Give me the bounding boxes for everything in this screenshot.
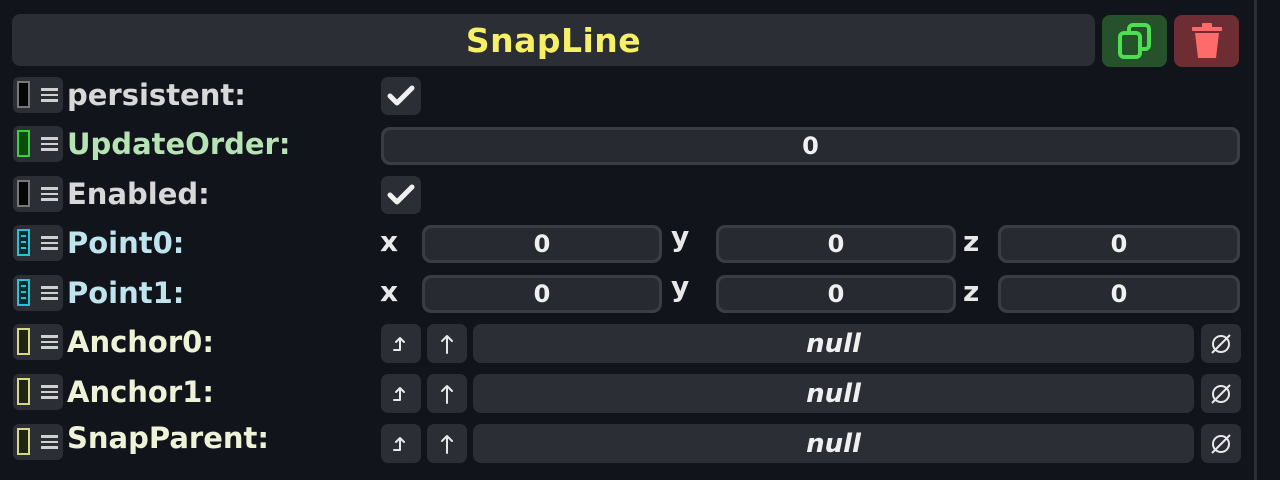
menu-icon	[41, 385, 58, 399]
type-swatch	[17, 130, 30, 157]
checkmark-icon	[387, 184, 415, 205]
snap-parent-clear-button[interactable]	[1201, 424, 1241, 463]
arrow-up-icon	[441, 434, 453, 454]
property-row-enabled: Enabled:	[0, 176, 1250, 216]
property-row-anchor0: Anchor0: null	[0, 324, 1250, 364]
point0-x-input[interactable]: 0	[422, 225, 662, 263]
arrow-up-icon	[441, 334, 453, 354]
point1-y-input[interactable]: 0	[716, 275, 956, 313]
component-title: SnapLine	[465, 20, 642, 60]
property-label: Anchor1:	[67, 375, 214, 409]
enabled-checkbox[interactable]	[381, 176, 421, 214]
pick-icon	[393, 436, 405, 451]
checkmark-icon	[387, 85, 415, 106]
x-axis-label: x	[380, 225, 399, 258]
anchor1-select-parent-button[interactable]	[427, 374, 467, 413]
component-header: SnapLine	[12, 14, 1095, 66]
trash-icon	[1191, 23, 1222, 58]
type-swatch	[17, 428, 30, 455]
property-label: SnapParent:	[67, 421, 269, 455]
snap-parent-select-parent-button[interactable]	[427, 424, 467, 463]
anchor0-reference-field[interactable]: null	[473, 324, 1194, 363]
snap-parent-reference-field[interactable]: null	[473, 424, 1194, 463]
point1-x-value: 0	[425, 278, 659, 310]
point0-y-value: 0	[719, 228, 953, 260]
point1-x-input[interactable]: 0	[422, 275, 662, 313]
point0-z-input[interactable]: 0	[998, 225, 1240, 263]
property-label: Enabled:	[67, 177, 210, 211]
property-row-snap-parent: SnapParent: null	[0, 421, 1250, 464]
anchor1-clear-button[interactable]	[1201, 374, 1241, 413]
menu-icon	[41, 335, 58, 349]
drag-handle[interactable]	[13, 176, 63, 212]
z-axis-label: z	[963, 225, 980, 258]
property-row-persistent: persistent:	[0, 77, 1250, 117]
type-swatch	[17, 180, 30, 207]
scrollbar[interactable]	[1254, 0, 1257, 480]
type-swatch	[17, 328, 30, 355]
menu-icon	[41, 88, 58, 102]
property-label: persistent:	[67, 78, 246, 112]
empty-set-icon	[1211, 433, 1231, 454]
menu-icon	[41, 286, 58, 300]
anchor1-reference-field[interactable]: null	[473, 374, 1194, 413]
y-axis-label: y	[671, 270, 690, 303]
property-label: Point0:	[67, 226, 185, 260]
type-swatch	[17, 229, 30, 256]
anchor0-clear-button[interactable]	[1201, 324, 1241, 363]
menu-icon	[41, 435, 58, 449]
empty-set-icon	[1211, 333, 1231, 354]
property-row-point0: Point0: x 0 y 0 z 0	[0, 220, 1250, 265]
x-axis-label: x	[380, 275, 399, 308]
drag-handle[interactable]	[13, 324, 63, 360]
y-axis-label: y	[671, 220, 690, 253]
type-swatch	[17, 378, 30, 405]
point1-y-value: 0	[719, 278, 953, 310]
property-label: Point1:	[67, 276, 185, 310]
anchor0-pick-button[interactable]	[381, 324, 421, 363]
point1-z-value: 0	[1001, 278, 1237, 310]
drag-handle[interactable]	[13, 77, 63, 113]
snap-parent-pick-button[interactable]	[381, 424, 421, 463]
arrow-up-icon	[441, 384, 453, 404]
pick-icon	[393, 336, 405, 351]
update-order-input[interactable]: 0	[381, 127, 1240, 165]
update-order-value: 0	[384, 130, 1237, 162]
delete-button[interactable]	[1174, 15, 1239, 67]
point0-x-value: 0	[425, 228, 659, 260]
anchor0-select-parent-button[interactable]	[427, 324, 467, 363]
drag-handle[interactable]	[13, 126, 63, 162]
duplicate-icon	[1117, 23, 1151, 59]
menu-icon	[41, 236, 58, 250]
point0-y-input[interactable]: 0	[716, 225, 956, 263]
drag-handle[interactable]	[13, 275, 63, 311]
drag-handle[interactable]	[13, 424, 63, 460]
pick-icon	[393, 386, 405, 401]
anchor1-pick-button[interactable]	[381, 374, 421, 413]
drag-handle[interactable]	[13, 374, 63, 410]
persistent-checkbox[interactable]	[381, 77, 421, 115]
point1-z-input[interactable]: 0	[998, 275, 1240, 313]
point0-z-value: 0	[1001, 228, 1237, 260]
menu-icon	[41, 137, 58, 151]
property-label: Anchor0:	[67, 325, 214, 359]
property-row-point1: Point1: x 0 y 0 z 0	[0, 270, 1250, 315]
menu-icon	[41, 187, 58, 201]
property-label: UpdateOrder:	[67, 127, 291, 161]
type-swatch	[17, 81, 30, 108]
property-row-anchor1: Anchor1: null	[0, 374, 1250, 414]
z-axis-label: z	[963, 275, 980, 308]
drag-handle[interactable]	[13, 225, 63, 261]
empty-set-icon	[1211, 383, 1231, 404]
type-swatch	[17, 279, 30, 306]
duplicate-button[interactable]	[1102, 15, 1167, 67]
property-row-update-order: UpdateOrder: 0	[0, 126, 1250, 166]
